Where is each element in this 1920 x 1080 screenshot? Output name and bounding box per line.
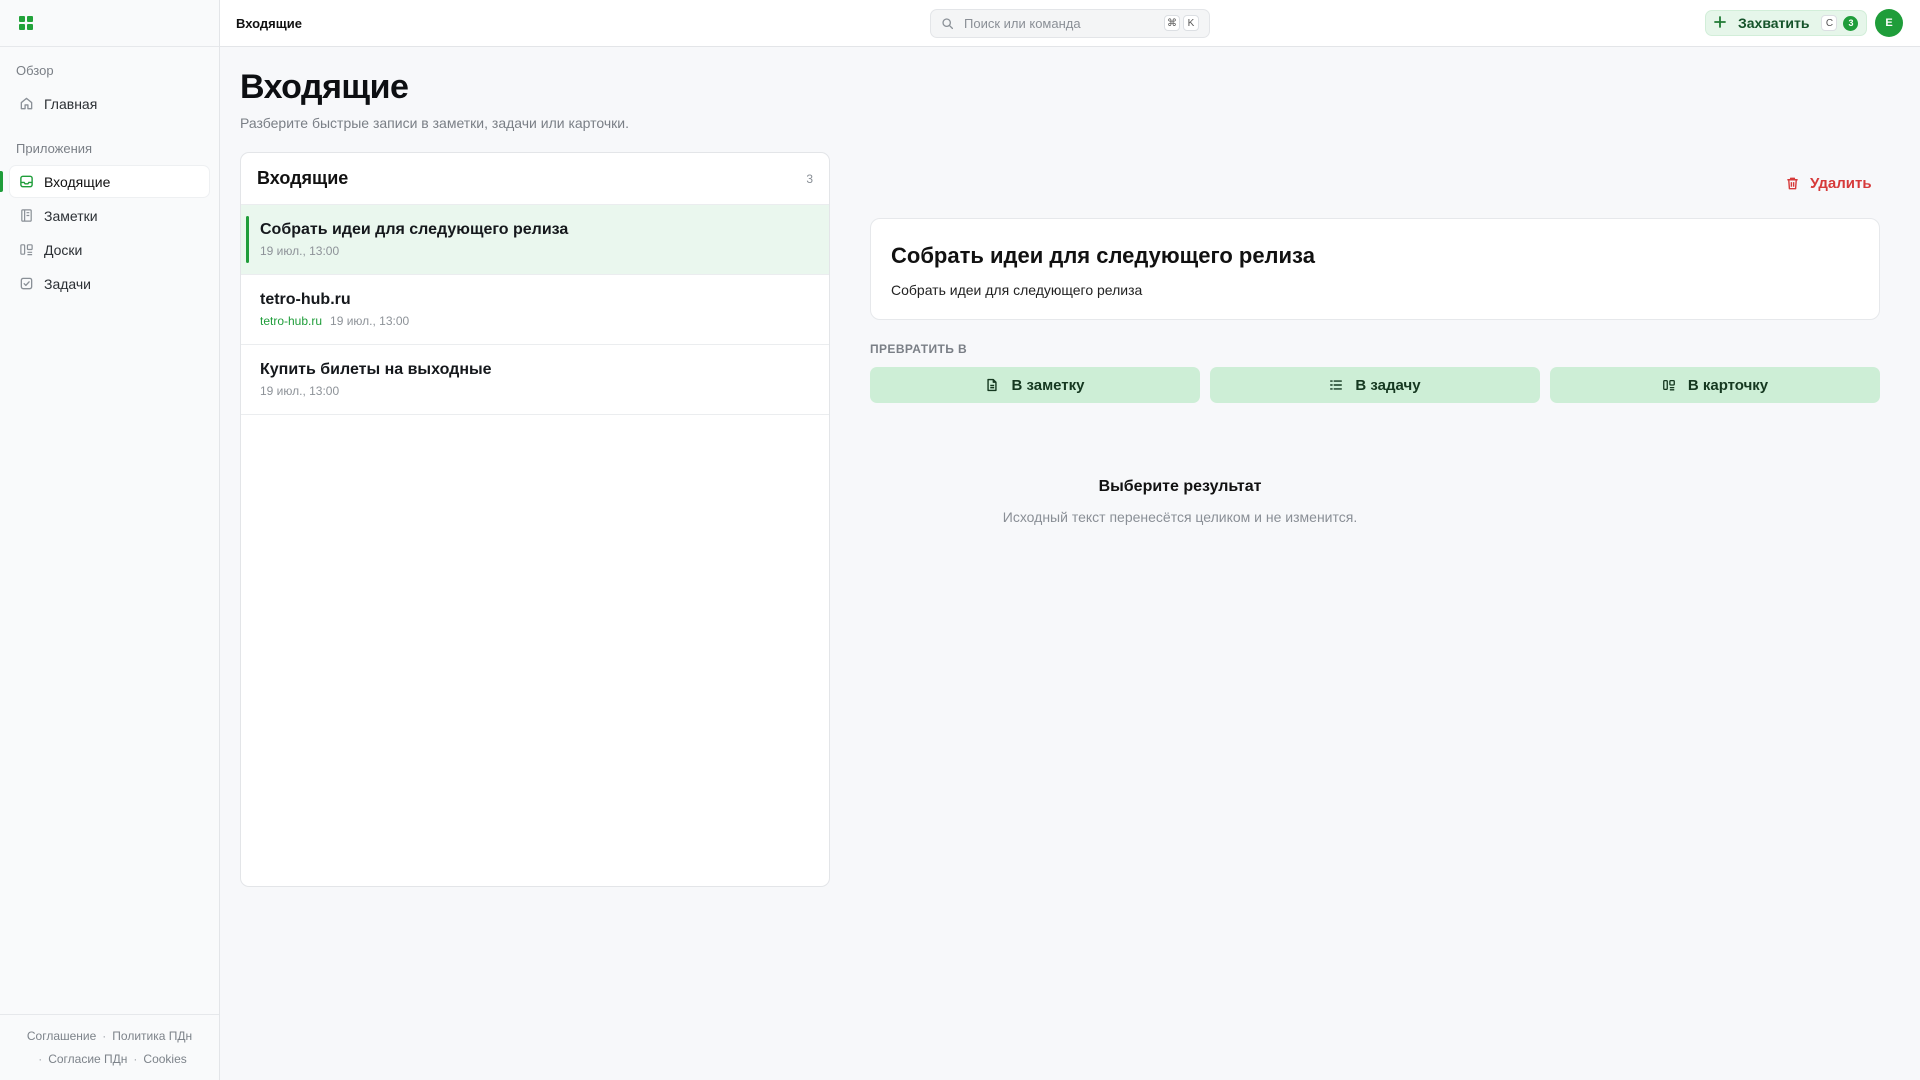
empty-state-title: Выберите результат (1098, 478, 1262, 495)
inbox-list-panel: Входящие 3 Собрать идеи для следующего р… (240, 152, 830, 887)
plus-icon (1714, 15, 1728, 31)
convert-to-task-button[interactable]: В задачу (1210, 367, 1540, 403)
capture-shortcut: C (1821, 15, 1838, 31)
notes-icon (18, 208, 34, 224)
search-input[interactable] (964, 16, 1154, 31)
convert-to-note-label: В заметку (1011, 376, 1085, 394)
convert-actions: В заметку В задачу В карточку (870, 367, 1880, 403)
boards-icon (18, 242, 34, 258)
footer-separator: · (133, 1052, 138, 1066)
list-item-time: 19 июл., 13:00 (330, 314, 410, 328)
logo[interactable] (0, 0, 219, 47)
convert-to-task-label: В задачу (1355, 376, 1421, 394)
list-item-title: Купить билеты на выходные (260, 361, 492, 378)
footer-separator: · (38, 1052, 43, 1066)
board-card-icon (1662, 379, 1675, 391)
list-item-meta: 19 июл., 13:00 (260, 384, 809, 398)
convert-section-label: ПРЕВРАТИТЬ В (870, 342, 968, 356)
list-item[interactable]: Купить билеты на выходные 19 июл., 13:00 (241, 345, 829, 415)
trash-icon (1787, 177, 1798, 190)
convert-to-card-label: В карточку (1687, 376, 1769, 394)
section-label-apps: Приложения (16, 141, 93, 156)
sidebar-item-label: Доски (44, 241, 83, 258)
sidebar-item-label: Главная (44, 95, 98, 112)
capture-button[interactable]: Захватить C 3 (1705, 10, 1867, 36)
list-item[interactable]: Собрать идеи для следующего релиза 19 ию… (241, 205, 829, 275)
search-box[interactable]: ⌘ K (930, 9, 1210, 38)
list-title: Входящие (257, 168, 349, 188)
sidebar-item-label: Входящие (44, 173, 111, 190)
convert-to-card-button[interactable]: В карточку (1550, 367, 1880, 403)
sidebar-item-notes[interactable]: Заметки (10, 200, 209, 231)
sidebar-item-boards[interactable]: Доски (10, 234, 209, 265)
convert-to-note-button[interactable]: В заметку (870, 367, 1200, 403)
inbox-icon (18, 174, 34, 190)
page-title: Входящие (240, 68, 409, 106)
topbar: Входящие ⌘ K Захватить C 3 E (220, 0, 1920, 47)
sidebar-item-inbox[interactable]: Входящие (0, 166, 209, 197)
tasks-icon (18, 276, 34, 292)
footer-link-cookies[interactable]: Cookies (143, 1052, 186, 1066)
home-icon (18, 96, 34, 112)
empty-state-subtitle: Исходный текст перенесётся целиком и не … (1002, 509, 1358, 525)
task-list-icon (1330, 380, 1343, 390)
list-item-time: 19 июл., 13:00 (260, 384, 340, 398)
list-item-meta: 19 июл., 13:00 (260, 244, 809, 258)
footer-separator: · (102, 1029, 107, 1043)
list-item-domain[interactable]: tetro-hub.ru (260, 314, 322, 328)
list-item[interactable]: tetro-hub.ru tetro-hub.ru 19 июл., 13:00 (241, 275, 829, 345)
sidebar-item-label: Задачи (44, 275, 92, 292)
app-logo-icon (19, 16, 33, 30)
list-item-time: 19 июл., 13:00 (260, 244, 340, 258)
kbd-cmd: ⌘ (1164, 15, 1180, 31)
note-icon (987, 378, 998, 392)
sidebar-item-label: Заметки (44, 207, 98, 224)
delete-label: Удалить (1810, 175, 1872, 192)
search-icon (941, 17, 954, 30)
search-shortcut: ⌘ K (1161, 15, 1199, 31)
kbd-k: K (1183, 15, 1199, 31)
delete-button[interactable]: Удалить (1785, 175, 1872, 192)
list-count: 3 (806, 171, 813, 186)
footer-link-consent[interactable]: Согласие ПДн (48, 1052, 127, 1066)
capture-count-badge: 3 (1843, 15, 1859, 31)
item-preview-title: Собрать идеи для следующего релиза (891, 243, 1315, 268)
sidebar-item-home[interactable]: Главная (10, 88, 209, 119)
section-label-overview: Обзор (16, 63, 54, 78)
item-preview-body: Собрать идеи для следующего релиза (891, 282, 1143, 298)
list-header: Входящие 3 (241, 153, 829, 205)
breadcrumb: Входящие (236, 16, 302, 31)
avatar[interactable]: E (1875, 9, 1903, 37)
item-preview-card: Собрать идеи для следующего релиза Собра… (870, 218, 1880, 320)
footer-link-agreement[interactable]: Соглашение (27, 1029, 96, 1043)
list-item-title: tetro-hub.ru (260, 291, 351, 308)
capture-label: Захватить (1738, 15, 1810, 31)
footer-link-privacy[interactable]: Политика ПДн (112, 1029, 192, 1043)
page-subtitle: Разберите быстрые записи в заметки, зада… (240, 115, 630, 131)
list-item-meta: tetro-hub.ru 19 июл., 13:00 (260, 314, 809, 328)
list-item-title: Собрать идеи для следующего релиза (260, 221, 569, 238)
sidebar: Обзор Главная Приложения Входящие Заметк… (0, 0, 220, 1080)
sidebar-item-tasks[interactable]: Задачи (10, 268, 209, 299)
sidebar-footer: Соглашение · Политика ПДн · Согласие ПДн · Co… (0, 1014, 219, 1080)
